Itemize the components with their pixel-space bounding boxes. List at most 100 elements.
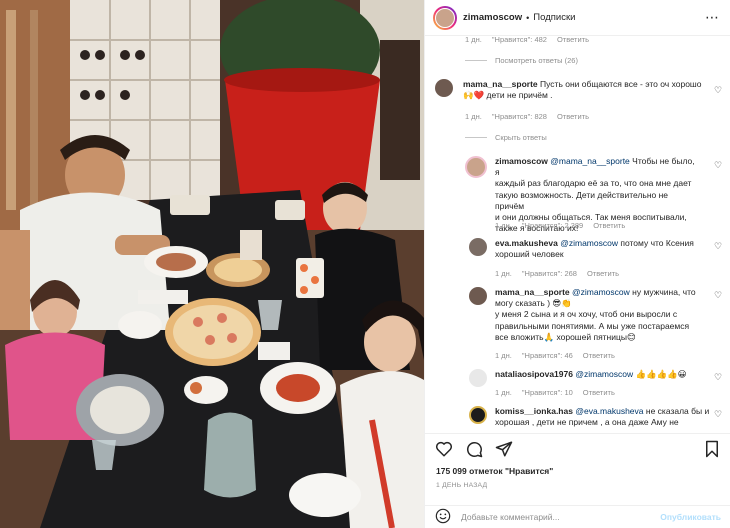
comment-text: хороший человек: [495, 249, 564, 260]
reply-button[interactable]: Ответить: [557, 36, 589, 44]
action-buttons: [435, 440, 513, 458]
hide-replies-button[interactable]: Скрыть ответы: [465, 133, 547, 142]
comment-text: у меня 2 сына и я оч хочу, чтоб они выро…: [495, 309, 678, 320]
heart-icon[interactable]: ♡: [714, 161, 723, 170]
comment-meta: 1 дн. "Нравится": 46 Ответить: [495, 351, 615, 360]
bookmark-icon[interactable]: [703, 440, 721, 458]
emoji-icon[interactable]: [435, 508, 451, 526]
comment-text: могу сказать ) 😎👏: [495, 298, 572, 309]
heart-icon[interactable]: ♡: [714, 291, 723, 300]
header-separator: •: [526, 12, 530, 23]
comment-text: все вложить🙏 хорошей пятницы😊: [495, 331, 636, 342]
comment-text: Пусть они общаются все - это оч хорошо: [540, 79, 702, 89]
comment-body: mama_na__sporte Пусть они общаются все -…: [463, 79, 701, 101]
heart-icon[interactable]: ♡: [714, 373, 723, 382]
comment-text: хорошая , дети не причем , а она даже Ам…: [495, 417, 679, 428]
comment-likes[interactable]: "Нравится": 828: [492, 112, 547, 121]
more-icon[interactable]: ⋯: [705, 10, 719, 24]
comment-username[interactable]: zimamoscow: [495, 156, 548, 166]
avatar[interactable]: [469, 369, 487, 387]
post-actions: 175 099 отметок "Нравится" 1 ДЕНЬ НАЗАД: [425, 433, 730, 505]
comment-likes[interactable]: "Нравится": 46: [522, 351, 573, 360]
avatar[interactable]: [435, 79, 453, 97]
reply-item: nataliaosipova1976 @zimamoscow 👍👍👍👍😀: [469, 369, 687, 387]
add-comment-bar: Опубликовать: [425, 505, 730, 528]
post-panel: zimamoscow • Подписки ⋯ 1 дн. "Нравится"…: [424, 0, 730, 528]
comment-time: 1 дн.: [465, 112, 482, 121]
comment-meta: 1 дн. "Нравится": 2 389 Ответить: [495, 221, 625, 230]
comment-time: 1 дн.: [495, 221, 512, 230]
post-photo[interactable]: [0, 0, 424, 528]
mention-link[interactable]: @zimamoscow: [560, 238, 618, 248]
heart-icon[interactable]: ♡: [714, 86, 723, 95]
hide-replies-label: Скрыть ответы: [495, 133, 547, 142]
comment-username[interactable]: mama_na__sporte: [495, 287, 570, 297]
reply-button[interactable]: Ответить: [557, 112, 589, 121]
family-dinner-photo: [0, 0, 424, 528]
view-replies-label: Посмотреть ответы (26): [495, 56, 578, 65]
heart-icon[interactable]: ♡: [714, 410, 723, 419]
comment-time: 1 дн.: [465, 36, 482, 44]
comment-likes[interactable]: "Нравится": 482: [492, 36, 547, 44]
mention-link[interactable]: @zimamoscow: [575, 369, 633, 379]
share-icon[interactable]: [495, 440, 513, 458]
comment-text: потому что Ксения: [620, 238, 694, 248]
comment-likes[interactable]: "Нравится": 10: [522, 388, 573, 397]
comments-list[interactable]: 1 дн. "Нравится": 482 Ответить Посмотрет…: [425, 36, 730, 433]
comment-text: каждый раз благодарю её за то, что она м…: [495, 178, 692, 189]
comment-text: правильными понятиями. А мы уже постарае…: [495, 320, 690, 331]
divider-line: [465, 60, 487, 61]
post-timestamp: 1 ДЕНЬ НАЗАД: [436, 482, 488, 489]
comment-likes[interactable]: "Нравится": 2 389: [522, 221, 583, 230]
mention-link[interactable]: @eva.makusheva: [575, 406, 643, 416]
author-avatar-image: [435, 7, 455, 28]
instagram-post-modal: zimamoscow • Подписки ⋯ 1 дн. "Нравится"…: [0, 0, 730, 528]
comment-body: komiss__ionka.has @eva.makusheva не сказ…: [495, 406, 717, 428]
comment-username[interactable]: komiss__ionka.has: [495, 406, 573, 416]
comment-text: 👍👍👍👍😀: [635, 369, 687, 379]
mention-link[interactable]: @zimamoscow: [572, 287, 630, 297]
heart-icon[interactable]: [435, 440, 453, 458]
reply-button[interactable]: Ответить: [583, 351, 615, 360]
comment-icon[interactable]: [465, 440, 483, 458]
publish-button[interactable]: Опубликовать: [660, 512, 721, 522]
view-replies-button[interactable]: Посмотреть ответы (26): [465, 56, 578, 65]
avatar[interactable]: [465, 156, 487, 178]
comment-text: дети не причём .: [486, 90, 553, 101]
author-username[interactable]: zimamoscow: [463, 12, 522, 23]
avatar[interactable]: [469, 406, 487, 424]
reply-button[interactable]: Ответить: [583, 388, 615, 397]
author-avatar[interactable]: [433, 5, 457, 30]
comment-time: 1 дн.: [495, 351, 512, 360]
comment-item: mama_na__sporte Пусть они общаются все -…: [435, 79, 701, 101]
comment-text: не сказала бы и: [645, 406, 710, 416]
comment-username[interactable]: eva.makusheva: [495, 238, 558, 248]
comment-input[interactable]: [461, 512, 661, 522]
mention-link[interactable]: @mama_na__sporte: [550, 156, 630, 166]
post-header: zimamoscow • Подписки ⋯: [425, 0, 730, 36]
avatar[interactable]: [469, 238, 487, 256]
comment-body: eva.makusheva @zimamoscow потому что Ксе…: [495, 238, 694, 260]
comment-body: nataliaosipova1976 @zimamoscow 👍👍👍👍😀: [495, 369, 687, 387]
reply-item: komiss__ionka.has @eva.makusheva не сказ…: [469, 406, 717, 428]
comment-likes[interactable]: "Нравится": 268: [522, 269, 577, 278]
avatar[interactable]: [469, 287, 487, 305]
emoji-icon: 🙌❤️: [463, 90, 485, 101]
comment-body: mama_na__sporte @zimamoscow ну мужчина, …: [495, 287, 715, 343]
comment-meta: 1 дн. "Нравится": 268 Ответить: [495, 269, 619, 278]
reply-item: eva.makusheva @zimamoscow потому что Ксе…: [469, 238, 694, 260]
heart-icon[interactable]: ♡: [714, 242, 723, 251]
comment-time: 1 дн.: [495, 269, 512, 278]
comment-text: ну мужчина, что: [632, 287, 696, 297]
comment-username[interactable]: nataliaosipova1976: [495, 369, 573, 379]
comment-text: такую возможность. Дети действительно не…: [495, 189, 669, 211]
comment-meta: 1 дн. "Нравится": 828 Ответить: [465, 112, 589, 121]
reply-item: mama_na__sporte @zimamoscow ну мужчина, …: [469, 287, 715, 343]
reply-button[interactable]: Ответить: [593, 221, 625, 230]
comment-meta: 1 дн. "Нравится": 10 Ответить: [495, 388, 615, 397]
comment-meta: 1 дн. "Нравится": 482 Ответить: [465, 36, 589, 44]
comment-username[interactable]: mama_na__sporte: [463, 79, 538, 89]
likes-count[interactable]: 175 099 отметок "Нравится": [436, 466, 553, 476]
following-button[interactable]: Подписки: [533, 12, 575, 23]
reply-button[interactable]: Ответить: [587, 269, 619, 278]
